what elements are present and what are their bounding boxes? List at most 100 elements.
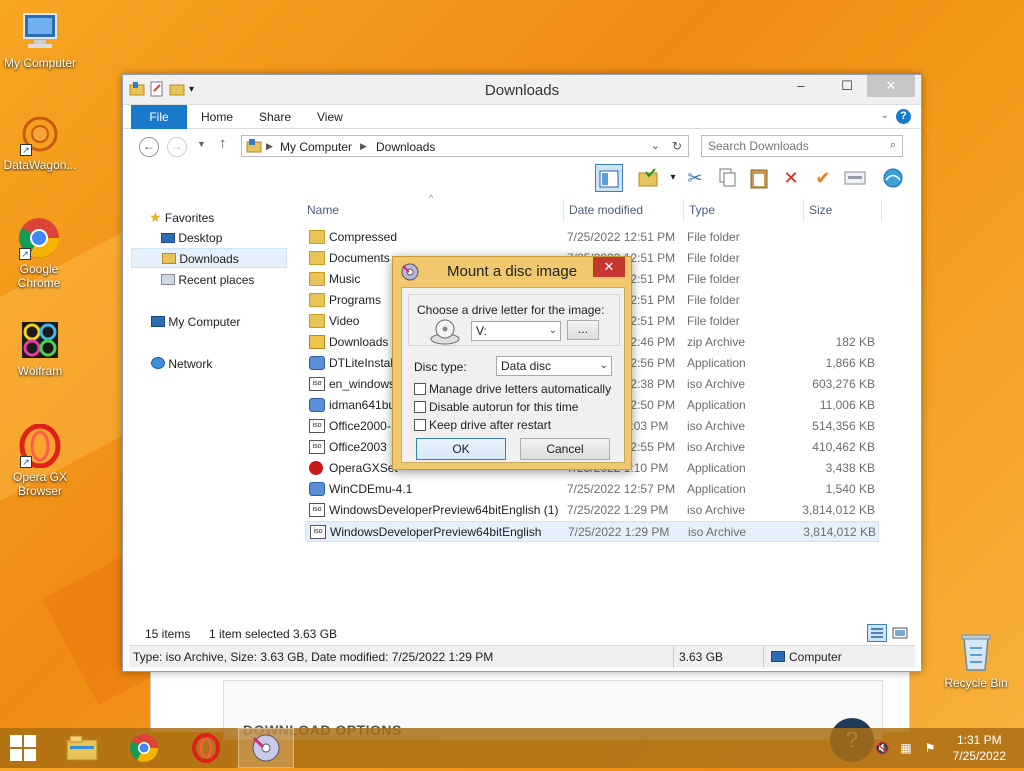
tab-view[interactable]: View [303,105,357,129]
network-tray-icon[interactable]: ▦ [898,740,914,756]
file-row[interactable]: iso WindowsDeveloperPreview64bitEnglish (… [305,500,879,521]
large-icons-view-icon[interactable] [891,625,909,641]
desktop-icon-google-chrome[interactable]: ↗ Google Chrome [0,216,78,290]
folder-icon [309,230,325,244]
nav-desktop[interactable]: Desktop [161,228,222,248]
taskbar-clock[interactable]: 1:31 PM 7/25/2022 [953,732,1006,764]
file-name: WindowsDeveloperPreview64bitEnglish [330,525,542,539]
file-date: 7/25/2022 1:29 PM [568,525,670,539]
up-button[interactable]: ↑ [219,135,227,152]
tab-home[interactable]: Home [187,105,247,129]
breadcrumb-separator-icon: ▶ [266,141,273,151]
shortcut-arrow-icon: ↗ [20,456,32,468]
paste-icon[interactable] [745,164,773,192]
preview-pane-icon[interactable] [595,164,623,192]
nav-downloads[interactable]: Downloads [131,248,287,268]
status-divider [673,646,674,668]
opera-icon: ↗ [18,423,62,469]
close-button[interactable]: ✕ [867,75,915,97]
file-type: iso Archive [688,525,747,539]
browse-button[interactable]: ... [567,320,599,340]
start-button[interactable] [0,728,48,768]
drive-letter-label: Choose a drive letter for the image: [417,303,605,317]
column-separator[interactable] [683,199,684,221]
delete-icon[interactable]: ✕ [777,164,805,192]
cancel-button[interactable]: Cancel [520,438,610,460]
file-size: 3,438 KB [825,461,875,475]
cut-icon[interactable]: ✂ [681,164,709,192]
desktop-icon-recycle-bin[interactable]: Recycle Bin [936,630,1016,690]
column-type[interactable]: Type [687,197,797,223]
address-bar[interactable]: ▶ My Computer ▶ Downloads ⌄ ↻ [241,135,689,157]
app-icon [309,398,325,412]
action-center-icon[interactable]: ⚑ [922,740,938,756]
taskbar-chrome[interactable] [116,728,172,768]
search-box[interactable]: ⌕ [701,135,903,157]
file-type: iso Archive [687,419,746,433]
taskbar-file-explorer[interactable] [54,728,110,768]
desktop-icon-datawagon[interactable]: ↗ DataWagon... [0,112,80,172]
desktop-icon-label: Google Chrome [17,262,61,290]
column-separator[interactable] [881,199,882,221]
file-row[interactable]: WinCDEmu-4.1 7/25/2022 12:57 PM Applicatio… [305,479,879,500]
file-size: 182 KB [835,335,875,349]
disable-autorun-checkbox[interactable]: Disable autorun for this time [414,400,578,416]
file-row[interactable]: iso WindowsDeveloperPreview64bitEnglish 7/… [305,521,879,542]
file-size: 514,356 KB [812,419,875,433]
breadcrumb-downloads[interactable]: Downloads [376,140,435,154]
ribbon-expand-icon[interactable]: ⌄ [881,110,889,121]
column-name[interactable]: Name [305,197,565,223]
tab-file[interactable]: File [131,105,187,129]
checkbox-box[interactable] [414,383,426,395]
file-size: 3,814,012 KB [803,525,876,539]
file-type: File folder [687,251,740,265]
help-icon[interactable]: ? [896,109,911,124]
desktop-icon-my-computer[interactable]: My Computer [0,10,80,70]
keep-drive-checkbox[interactable]: Keep drive after restart [414,418,551,434]
network-icon [151,357,165,369]
nav-network[interactable]: Network [151,354,212,374]
nav-recent-places[interactable]: Recent places [161,270,254,290]
drive-letter-select[interactable]: V: ⌄ [471,321,561,341]
desktop-icon-label: My Computer [3,56,77,70]
column-date-modified[interactable]: Date modified [567,197,687,223]
checkbox-box[interactable] [414,419,426,431]
nav-my-computer[interactable]: My Computer [151,312,240,332]
disc-type-select[interactable]: Data disc ⌄ [496,356,612,376]
refresh-icon[interactable]: ↻ [672,139,682,153]
iso-icon: iso [309,419,325,433]
column-separator[interactable] [803,199,804,221]
tab-share[interactable]: Share [245,105,305,129]
ok-button[interactable]: OK [416,438,506,460]
desktop-icon-opera-gx[interactable]: ↗ Opera GX Browser [0,423,80,498]
recent-locations-icon[interactable]: ▼ [197,139,206,149]
desktop-icon-label: Opera GX Browser [12,470,68,498]
taskbar-wincdemu[interactable] [238,728,294,768]
file-explorer-icon [66,735,98,761]
search-icon[interactable]: ⌕ [890,139,896,152]
column-size[interactable]: Size [807,197,877,223]
details-view-icon[interactable] [867,624,887,642]
desktop-icon-wolfram[interactable]: Wolfram [0,318,80,378]
file-row[interactable]: Compressed 7/25/2022 12:51 PM File folder [305,227,879,248]
forward-button[interactable]: → [167,137,187,157]
file-size: 603,276 KB [812,377,875,391]
maximize-button[interactable]: ☐ [833,75,861,97]
column-separator[interactable] [563,199,564,221]
checkbox-box[interactable] [414,401,426,413]
selected-size: 3.63 GB [293,627,338,641]
dialog-close-button[interactable]: ✕ [593,257,625,277]
shell-icon[interactable] [879,164,907,192]
address-dropdown-icon[interactable]: ⌄ [651,139,660,152]
breadcrumb-my-computer[interactable]: My Computer [280,140,352,154]
copy-icon[interactable] [713,164,741,192]
manage-drive-letters-checkbox[interactable]: Manage drive letters automatically [414,382,611,398]
properties-toolbar-icon[interactable] [841,164,869,192]
search-input[interactable] [706,137,876,155]
minimize-button[interactable]: – [787,75,815,97]
taskbar-opera[interactable] [178,728,234,768]
back-button[interactable]: ← [139,137,159,157]
rename-icon[interactable]: ✔ [809,164,837,192]
volume-muted-icon[interactable]: 🔇 [874,740,890,756]
nav-favorites[interactable]: ★ Favorites [149,207,214,227]
